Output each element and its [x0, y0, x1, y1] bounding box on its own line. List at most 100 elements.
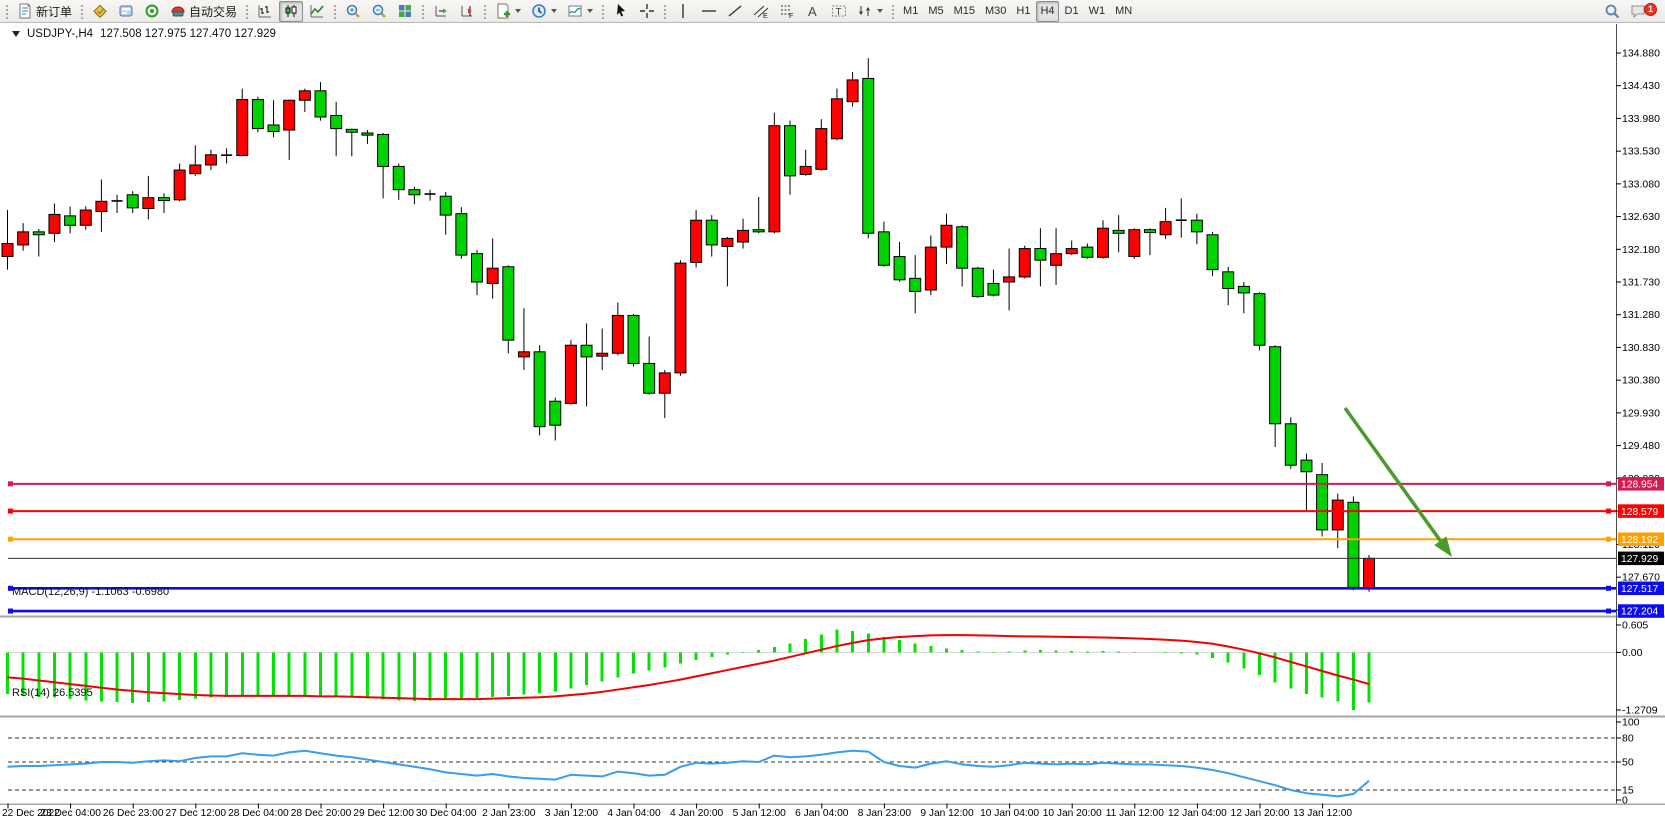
label-tool-button[interactable]: T	[827, 1, 851, 22]
current-price-tag-label: 127.929	[1621, 554, 1658, 565]
toolbar-grip	[4, 3, 10, 19]
candle-body	[1332, 500, 1343, 530]
price-tick-label: 133.980	[1622, 113, 1660, 125]
price-tag-label: 128.192	[1621, 535, 1658, 546]
price-tick-label: 129.930	[1622, 407, 1660, 419]
new-order-button[interactable]: 新订单	[13, 1, 76, 22]
tf-h1-button[interactable]: H1	[1012, 1, 1034, 22]
price-tick-label: 129.480	[1622, 440, 1660, 452]
panel-separator[interactable]	[0, 804, 1665, 806]
tf-w1-button[interactable]: W1	[1085, 1, 1110, 22]
notifications-button[interactable]: 1	[1626, 1, 1658, 22]
search-button[interactable]	[1600, 1, 1624, 22]
line-anchor[interactable]	[8, 609, 13, 614]
candle-mode-button[interactable]	[279, 1, 303, 22]
indicators-button[interactable]	[563, 1, 597, 22]
line-anchor[interactable]	[8, 481, 13, 486]
macd-tick-label: -1.2709	[1622, 704, 1658, 716]
panel-separator[interactable]	[0, 616, 1665, 618]
bar-chart-mode-button[interactable]	[253, 1, 277, 22]
text-icon: A	[805, 3, 821, 19]
tile-windows-button[interactable]	[393, 1, 417, 22]
tf-m5-button[interactable]: M5	[924, 1, 947, 22]
candle-body	[550, 401, 561, 425]
candle	[1019, 246, 1030, 279]
candle-body	[1238, 286, 1249, 293]
candle-body	[159, 198, 170, 201]
candle-body	[315, 91, 326, 117]
price-tag-label: 127.517	[1621, 584, 1658, 595]
time-tick-label: 11 Jan 12:00	[1106, 808, 1164, 819]
fibonacci-tool-button[interactable]: F	[775, 1, 799, 22]
time-tick-label: 26 Dec 23:00	[103, 808, 164, 819]
time-tick-label: 8 Jan 23:00	[858, 808, 912, 819]
zoom-in-button[interactable]	[341, 1, 365, 22]
chart-dropdown-icon[interactable]	[12, 31, 20, 37]
chart-title[interactable]: USDJPY-,H4 127.508 127.975 127.470 127.9…	[12, 28, 276, 40]
candle	[769, 113, 780, 234]
notification-badge: 1	[1644, 3, 1657, 16]
candle-body	[581, 345, 592, 357]
line-anchor[interactable]	[1606, 586, 1611, 591]
line-anchor[interactable]	[1606, 481, 1611, 486]
line-anchor[interactable]	[1606, 537, 1611, 542]
svg-text:E: E	[763, 13, 768, 19]
navigator-button[interactable]	[140, 1, 164, 22]
vertical-line-tool-button[interactable]	[671, 1, 695, 22]
rsi-tick-label: 80	[1622, 733, 1634, 745]
candle-body	[503, 267, 514, 340]
data-window-button[interactable]	[114, 1, 138, 22]
horizontal-line-tool-button[interactable]	[697, 1, 721, 22]
line-anchor[interactable]	[1606, 609, 1611, 614]
candle-body	[80, 210, 91, 225]
candle-body	[691, 220, 702, 262]
chart-shift-button[interactable]	[455, 1, 479, 22]
candle-body	[894, 257, 905, 280]
dropdown-caret-icon[interactable]	[877, 9, 883, 13]
label-icon: T	[831, 3, 847, 19]
line-anchor[interactable]	[1606, 509, 1611, 514]
autotrading-button[interactable]: 自动交易	[166, 1, 241, 22]
zoom-out-button[interactable]	[367, 1, 391, 22]
text-tool-button[interactable]: A	[801, 1, 825, 22]
dropdown-caret-icon[interactable]	[587, 9, 593, 13]
dropdown-caret-icon[interactable]	[515, 9, 521, 13]
candle-body	[816, 129, 827, 170]
tf-m1-button[interactable]: M1	[899, 1, 922, 22]
time-tick-label: 2 Jan 23:00	[482, 808, 536, 819]
auto-scroll-button[interactable]	[429, 1, 453, 22]
market-watch-button[interactable]	[88, 1, 112, 22]
candle-body	[941, 225, 952, 247]
line-mode-button[interactable]	[305, 1, 329, 22]
arrows-tool-button[interactable]	[853, 1, 887, 22]
candle-body	[878, 232, 889, 265]
trendline-tool-button[interactable]	[723, 1, 747, 22]
macd-tick-label: 0.605	[1622, 619, 1648, 631]
price-tick-label: 134.430	[1622, 80, 1660, 92]
tf-m30-button[interactable]: M30	[981, 1, 1010, 22]
panel-separator[interactable]	[0, 716, 1665, 718]
tf-mn-button[interactable]: MN	[1111, 1, 1136, 22]
toolbar-right: 1	[1599, 1, 1665, 22]
channel-tool-button[interactable]: E	[749, 1, 773, 22]
candle-body	[127, 195, 138, 208]
toolbar: 新订单 自动交易 E F AT M1M5M15M30H1H4D1W1MN 1	[0, 0, 1665, 23]
dropdown-caret-icon[interactable]	[551, 9, 557, 13]
templates-button[interactable]	[491, 1, 525, 22]
candle-body	[988, 283, 999, 295]
candle	[863, 58, 874, 238]
cursor-button[interactable]	[609, 1, 633, 22]
candle	[565, 340, 576, 405]
tf-m15-button[interactable]: M15	[950, 1, 979, 22]
template-icon	[495, 3, 511, 19]
tf-h4-button[interactable]: H4	[1036, 1, 1058, 22]
crosshair-button[interactable]	[635, 1, 659, 22]
time-tick-label: 12 Jan 04:00	[1168, 808, 1227, 819]
line-anchor[interactable]	[8, 537, 13, 542]
price-tick-label: 131.280	[1622, 309, 1660, 321]
periods-button[interactable]	[527, 1, 561, 22]
line-anchor[interactable]	[8, 509, 13, 514]
shapes-icon	[857, 3, 873, 19]
svg-text:F: F	[789, 13, 793, 19]
tf-d1-button[interactable]: D1	[1061, 1, 1083, 22]
